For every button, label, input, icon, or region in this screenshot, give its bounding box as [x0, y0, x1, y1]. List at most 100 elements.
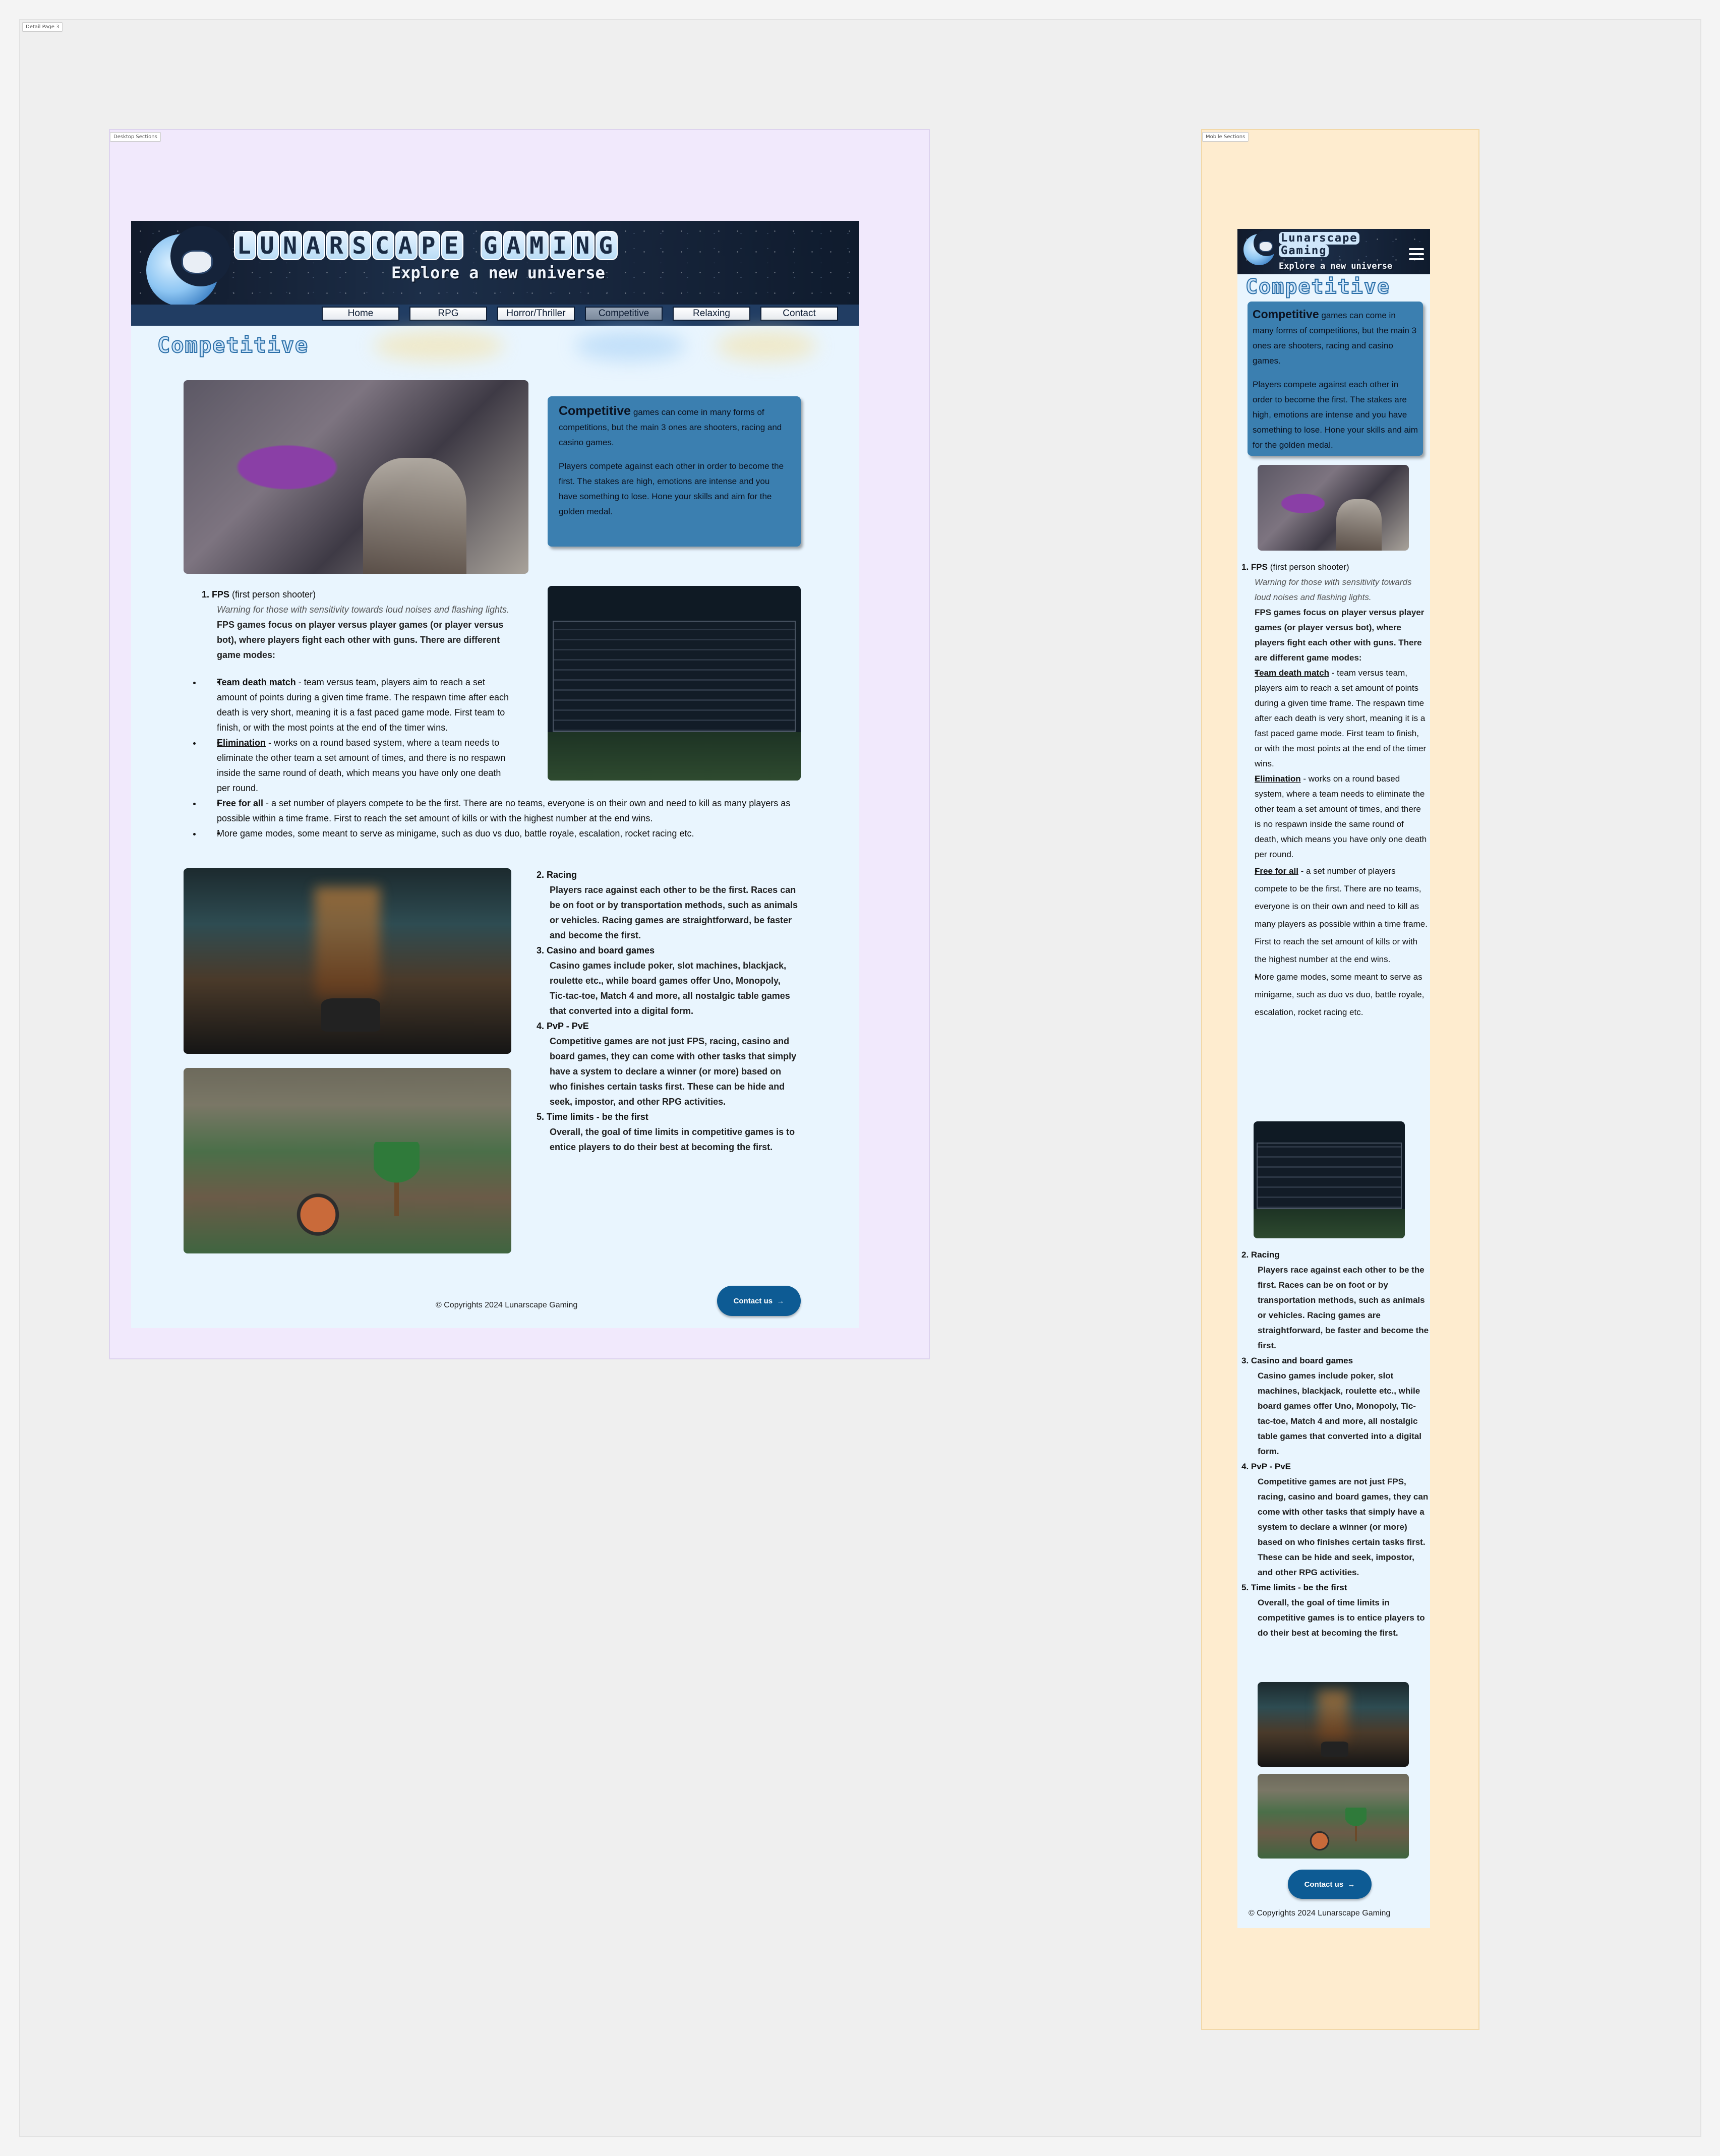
scoreboard-map — [1254, 1209, 1405, 1238]
section-title: Racing — [1251, 1250, 1280, 1260]
mode-free-for-all: Free for all - a set number of players c… — [202, 796, 792, 826]
intro-box: Competitive games can come in many forms… — [1248, 302, 1423, 456]
title-glow — [575, 331, 686, 361]
section-number: 5. — [1241, 1583, 1249, 1592]
intro-text-2: Players compete against each other in or… — [1253, 380, 1418, 450]
hamburger-menu-icon[interactable] — [1409, 248, 1424, 263]
mode-more: More game modes, some meant to serve as … — [202, 826, 792, 841]
section-text: Overall, the goal of time limits in comp… — [1258, 1598, 1425, 1638]
mode-text: More game modes, some meant to serve as … — [1255, 972, 1425, 1017]
nav-contact[interactable]: Contact — [760, 307, 838, 321]
mode-name[interactable]: Team death match — [217, 677, 296, 687]
copyright: © Copyrights 2024 Lunarscape Gaming — [1249, 1909, 1391, 1918]
nav-rpg[interactable]: RPG — [409, 307, 487, 321]
contact-us-button[interactable]: Contact us → — [717, 1286, 801, 1316]
section-text: Players race against each other to be th… — [550, 885, 798, 940]
intro-text-2: Players compete against each other in or… — [559, 461, 784, 516]
contact-label: Contact us — [733, 1296, 773, 1305]
site-header: LUNARSCAPE GAMING Explore a new universe… — [131, 221, 859, 326]
fps-section: 1. FPS (first person shooter) Warning fo… — [202, 587, 524, 663]
copyright: © Copyrights 2024 Lunarscape Gaming — [436, 1301, 578, 1309]
mode-more: More game modes, some meant to serve as … — [1241, 968, 1428, 1021]
title-glow — [373, 331, 504, 361]
section-title: Time limits - be the first — [1251, 1583, 1347, 1592]
mode-elimination: Elimination - works on a round based sys… — [202, 735, 514, 796]
nav-home[interactable]: Home — [322, 307, 399, 321]
section-title: PvP - PvE — [547, 1021, 589, 1031]
nav-competitive[interactable]: Competitive — [585, 307, 663, 321]
section-text: Casino games include poker, slot machine… — [550, 961, 790, 1016]
party-game-screenshot — [1258, 1774, 1409, 1859]
mode-text: - team versus team, players aim to reach… — [1255, 668, 1427, 768]
party-game-screenshot — [184, 1068, 511, 1253]
fps-number: 1. — [202, 589, 210, 600]
section-text: Overall, the goal of time limits in comp… — [550, 1127, 795, 1152]
sections-list: 2. Racing Players race against each other… — [1241, 1247, 1429, 1641]
mode-text: - works on a round based system, where a… — [1255, 774, 1427, 859]
scoreboard-screenshot — [1254, 1121, 1405, 1238]
fps-title-suffix: (first person shooter) — [229, 589, 316, 600]
fps-warning: Warning for those with sensitivity towar… — [1255, 577, 1412, 602]
mode-name[interactable]: Elimination — [217, 738, 266, 748]
section-title: Casino and board games — [547, 945, 655, 955]
intro-lead: Competitive — [559, 404, 631, 418]
section-number: 4. — [1241, 1462, 1249, 1471]
mode-text: - a set number of players compete to be … — [217, 798, 791, 823]
section-number: 3. — [1241, 1356, 1249, 1365]
scoreboard-grid — [1257, 1142, 1402, 1209]
mode-name[interactable]: Elimination — [1255, 774, 1301, 784]
mode-name[interactable]: Free for all — [217, 798, 263, 808]
section-text: Players race against each other to be th… — [1258, 1265, 1429, 1350]
mode-team-death-match: Team death match - team versus team, pla… — [1241, 666, 1428, 771]
sections-list: 2. Racing Players race against each other… — [537, 867, 799, 1155]
fps-title: FPS — [212, 589, 230, 600]
nav-horror[interactable]: Horror/Thriller — [497, 307, 575, 321]
section-pvp: 4. PvP - PvE Competitive games are not ju… — [537, 1019, 799, 1109]
arrow-right-icon: → — [1347, 1880, 1355, 1889]
title-glow — [716, 331, 817, 361]
mobile-frame-tag: Mobile Sections — [1202, 132, 1249, 142]
gamepad-icon — [182, 250, 213, 274]
fps-desc: FPS games focus on player versus player … — [217, 620, 504, 660]
fps-number: 1. — [1241, 562, 1249, 572]
section-text: Competitive games are not just FPS, raci… — [550, 1036, 797, 1107]
contact-us-button[interactable]: Contact us → — [1288, 1870, 1372, 1899]
fps-screenshot — [184, 380, 528, 574]
section-casino: 3. Casino and board games Casino games in… — [1241, 1353, 1429, 1459]
mode-team-death-match: Team death match - team versus team, pla… — [202, 675, 514, 735]
fps-warning: Warning for those with sensitivity towar… — [217, 605, 509, 615]
fps-modes: Team death match - team versus team, pla… — [1241, 666, 1428, 1021]
mode-text: - a set number of players compete to be … — [1255, 866, 1428, 964]
section-racing: 2. Racing Players race against each other… — [1241, 1247, 1429, 1353]
intro-box: Competitive games can come in many forms… — [548, 396, 801, 547]
racing-screenshot — [184, 868, 511, 1054]
section-time-limits: 5. Time limits - be the first Overall, th… — [1241, 1580, 1429, 1641]
section-number: 5. — [537, 1112, 545, 1122]
section-text: Casino games include poker, slot machine… — [1258, 1371, 1421, 1456]
mobile-site: Lunarscape Gaming Explore a new universe… — [1237, 229, 1430, 1928]
brand-line-1: Lunarscape — [1279, 232, 1360, 245]
page-title: Competitive — [157, 332, 309, 358]
section-number: 2. — [537, 870, 545, 880]
section-text: Competitive games are not just FPS, raci… — [1258, 1477, 1429, 1577]
mode-name[interactable]: Team death match — [1255, 668, 1329, 678]
fps-modes: Team death match - team versus team, pla… — [202, 675, 807, 841]
fps-section: 1. FPS (first person shooter) Warning fo… — [1241, 560, 1428, 1021]
gamepad-icon — [1259, 241, 1273, 252]
mode-text: More game modes, some meant to serve as … — [217, 828, 694, 839]
mode-elimination: Elimination - works on a round based sys… — [1241, 771, 1428, 862]
section-racing: 2. Racing Players race against each other… — [537, 867, 799, 943]
nav-relaxing[interactable]: Relaxing — [673, 307, 750, 321]
fps-title-suffix: (first person shooter) — [1267, 562, 1349, 572]
brand-title: Lunarscape Gaming — [1279, 232, 1360, 257]
desktop-frame-tag: Desktop Sections — [110, 132, 161, 142]
tagline: Explore a new universe — [1279, 261, 1393, 271]
mobile-header: Lunarscape Gaming Explore a new universe — [1237, 229, 1430, 274]
tagline: Explore a new universe — [391, 263, 605, 282]
fps-desc: FPS games focus on player versus player … — [1255, 608, 1425, 663]
brand-title: LUNARSCAPE GAMING — [234, 231, 619, 260]
section-number: 3. — [537, 945, 545, 955]
mode-name[interactable]: Free for all — [1255, 866, 1298, 876]
fps-screenshot — [1258, 465, 1409, 551]
page-tag: Detail Page 3 — [22, 22, 63, 32]
